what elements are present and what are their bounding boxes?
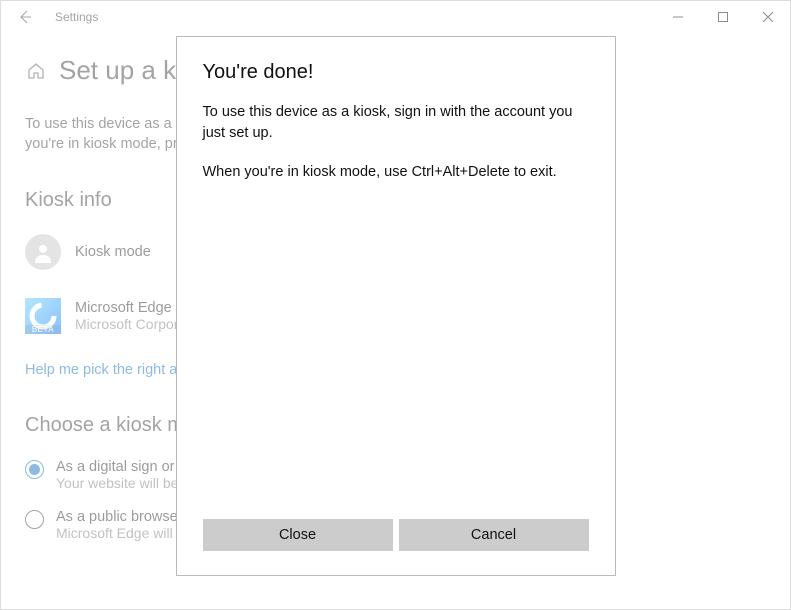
- dialog-text-2: When you're in kiosk mode, use Ctrl+Alt+…: [203, 162, 589, 183]
- close-button[interactable]: Close: [203, 519, 393, 551]
- dialog-text-1: To use this device as a kiosk, sign in w…: [203, 102, 589, 144]
- youre-done-dialog: You're done! To use this device as a kio…: [176, 36, 616, 576]
- cancel-button[interactable]: Cancel: [399, 519, 589, 551]
- dialog-title: You're done!: [203, 61, 589, 84]
